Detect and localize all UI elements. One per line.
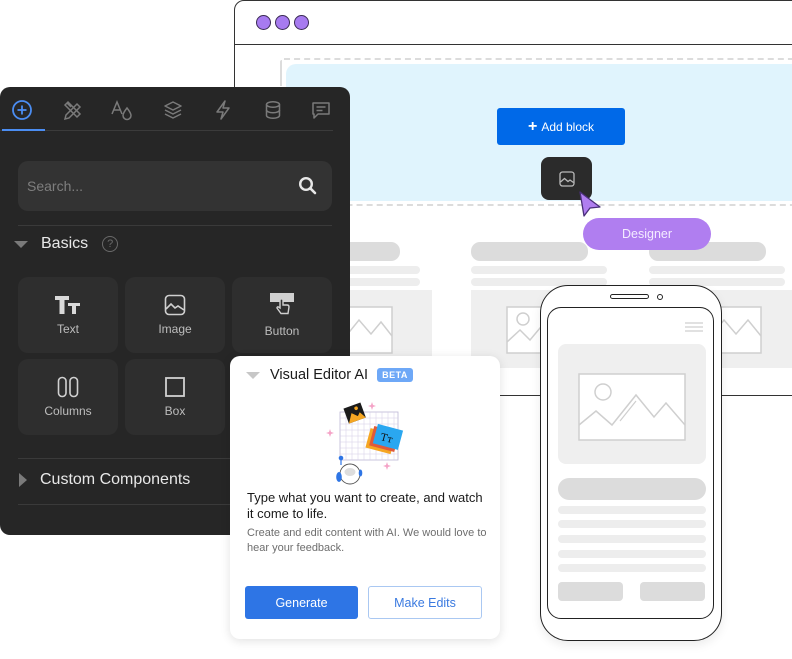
tab-data[interactable] [259,97,287,123]
divider [18,225,332,226]
columns-icon [57,376,79,398]
drop-zone-border-bottom [286,204,792,206]
tab-comments[interactable] [307,97,335,123]
make-edits-button[interactable]: Make Edits [368,586,482,619]
placeholder-line [471,266,607,274]
layers-icon [164,101,182,119]
pencil-ruler-icon [63,100,82,121]
active-tab-indicator [2,129,45,131]
search-input[interactable] [27,161,287,211]
tab-actions[interactable] [209,97,237,123]
tab-typography[interactable] [108,97,136,123]
ai-card-title: Visual Editor AI [270,367,369,383]
phone-camera [657,294,663,300]
lightning-icon [216,100,230,120]
phone-placeholder-line [558,520,706,528]
placeholder-line [340,278,420,286]
phone-placeholder-title [558,478,706,500]
hamburger-menu-icon[interactable] [685,322,703,332]
phone-screen [547,307,714,619]
plus-circle-icon [12,100,32,120]
plus-icon: + [527,117,538,135]
beta-badge: BETA [377,368,413,382]
window-dot-minimize[interactable] [275,15,290,30]
placeholder-line [649,266,785,274]
collaborator-label-designer: Designer [583,218,711,250]
phone-placeholder-line [558,564,706,572]
search-icon[interactable] [298,176,318,196]
window-dot-maximize[interactable] [294,15,309,30]
button-icon [270,293,294,315]
window-dot-close[interactable] [256,15,271,30]
drop-zone-border-top [284,58,792,60]
image-placeholder-icon [345,306,393,354]
tile-label: Text [56,322,79,336]
custom-components-label: Custom Components [40,471,191,488]
caret-down-icon [246,371,260,379]
generate-button[interactable]: Generate [245,586,358,619]
drop-zone-border-left [280,60,282,86]
visual-editor-ai-card: Visual Editor AI BETA Tт Type what you w… [230,356,500,639]
phone-hero-image [558,344,706,464]
basics-label: Basics [41,235,89,252]
box-icon [165,377,185,397]
database-icon [265,100,281,120]
image-placeholder-icon [578,373,686,441]
tile-image[interactable]: Image [125,277,225,353]
tile-text[interactable]: Text [18,277,118,353]
comment-icon [312,102,330,119]
ai-card-header[interactable]: Visual Editor AI BETA [246,367,413,383]
tile-label: Button [264,324,300,338]
tab-layers[interactable] [159,97,187,123]
tile-columns[interactable]: Columns [18,359,118,435]
search-box [18,161,332,211]
caret-down-icon [14,240,28,248]
ai-illustration: Tт [326,402,404,485]
image-icon [558,170,575,187]
text-icon [55,296,80,314]
phone-placeholder-line [558,550,706,558]
tab-add[interactable] [8,97,36,123]
tab-design[interactable] [59,97,87,123]
browser-title-bar [235,1,792,45]
add-block-button[interactable]: + Add block [497,108,625,145]
tile-label: Box [164,404,186,418]
placeholder-line [340,266,420,274]
phone-placeholder-button [558,582,623,601]
custom-components-section-header[interactable]: Custom Components [14,471,190,489]
caret-right-icon [19,473,27,487]
phone-speaker [610,294,649,299]
add-block-label: Add block [541,119,595,134]
phone-placeholder-line [558,506,706,514]
tile-box[interactable]: Box [125,359,225,435]
tile-button[interactable]: Button [232,277,332,353]
text-color-icon [111,100,132,121]
ai-card-description: Create and edit content with AI. We woul… [247,527,487,554]
tile-label: Image [158,322,192,336]
tile-label: Columns [44,404,92,418]
ai-card-heading: Type what you want to create, and watch … [247,490,483,521]
pointer-cursor-icon [579,191,601,217]
help-icon[interactable]: ? [102,236,119,252]
image-icon [164,294,186,316]
mobile-preview-mockup [540,285,722,641]
panel-tabs [0,87,333,131]
phone-placeholder-line [558,535,706,543]
basics-section-header[interactable]: Basics ? [14,235,119,253]
placeholder-title [471,242,588,261]
phone-placeholder-button [640,582,705,601]
